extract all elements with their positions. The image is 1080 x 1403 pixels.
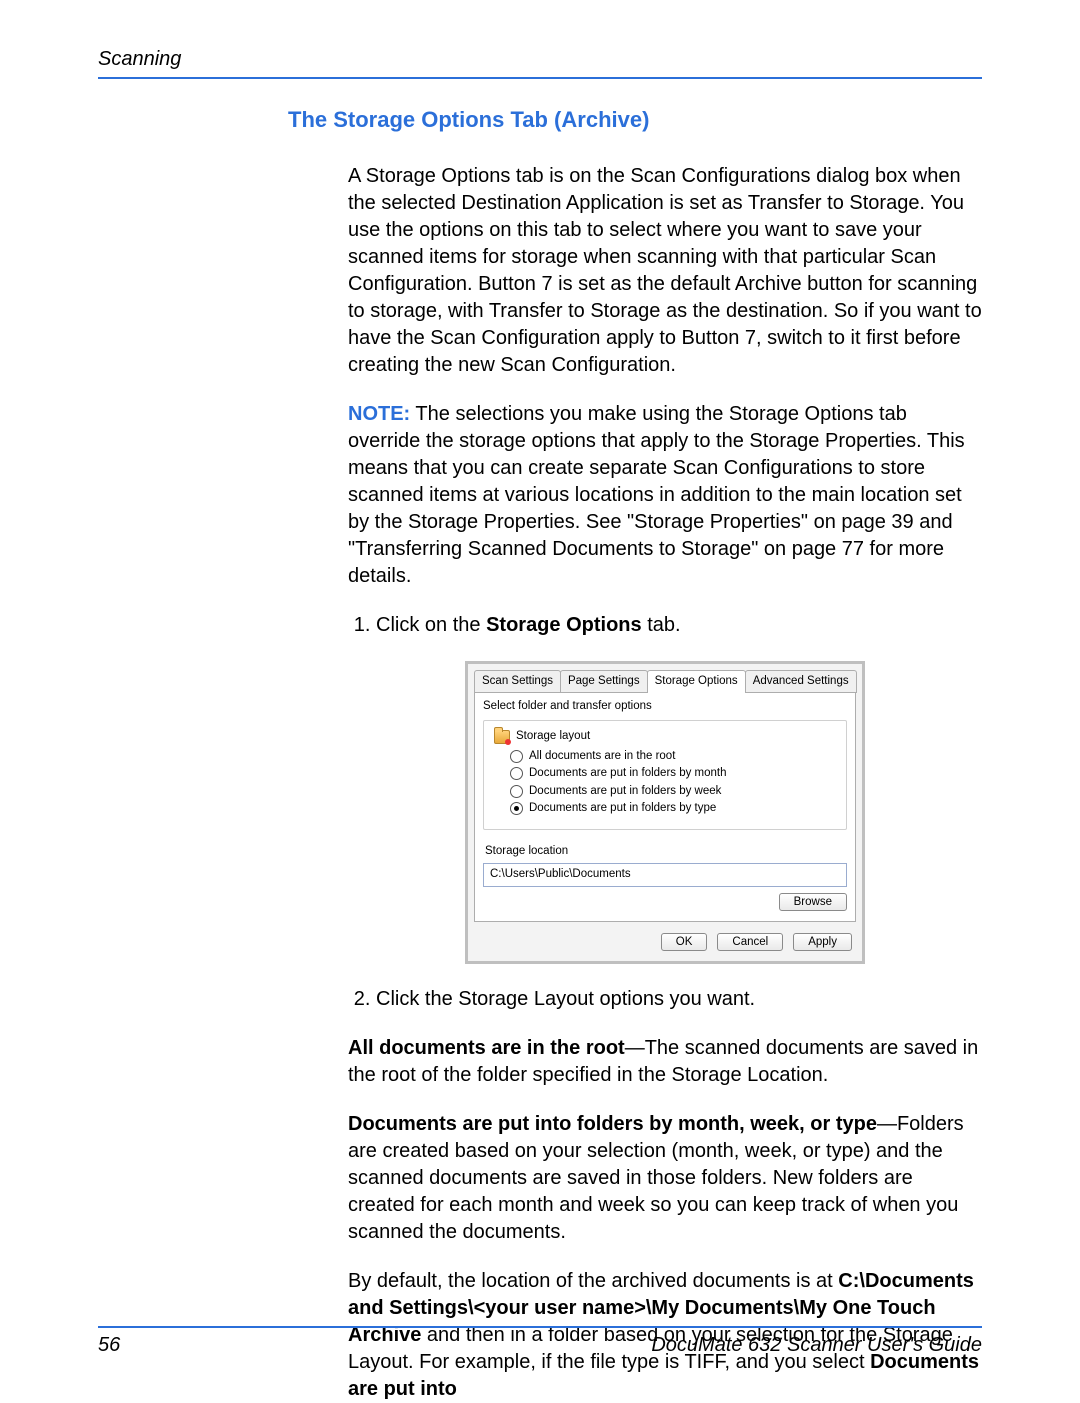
- body-column: A Storage Options tab is on the Scan Con…: [348, 163, 982, 1403]
- explain-default-pre: By default, the location of the archived…: [348, 1270, 838, 1292]
- step-1: Click on the Storage Options tab.: [376, 612, 982, 639]
- radio-option-week[interactable]: Documents are put in folders by week: [510, 784, 836, 800]
- browse-row: Browse: [483, 893, 847, 911]
- radio-option-type[interactable]: Documents are put in folders by type: [510, 801, 836, 817]
- storage-layout-title: Storage layout: [494, 729, 836, 745]
- note-paragraph: NOTE: The selections you make using the …: [348, 401, 982, 590]
- cancel-button[interactable]: Cancel: [717, 933, 783, 951]
- step-2: Click the Storage Layout options you wan…: [376, 986, 982, 1013]
- tab-advanced-settings[interactable]: Advanced Settings: [745, 670, 857, 693]
- dialog-tabs: Scan Settings Page Settings Storage Opti…: [468, 664, 862, 693]
- radio-label: All documents are in the root: [529, 749, 675, 765]
- storage-layout-group: Storage layout All documents are in the …: [483, 720, 847, 830]
- explain-folders-bold: Documents are put into folders by month,…: [348, 1113, 877, 1135]
- note-label: NOTE:: [348, 403, 410, 425]
- page-footer: 56 DocuMate 632 Scanner User's Guide: [98, 1326, 982, 1357]
- storage-location-path[interactable]: C:\Users\Public\Documents: [483, 863, 847, 887]
- storage-location-label: Storage location: [485, 844, 847, 860]
- running-head-left: Scanning: [98, 48, 181, 71]
- step-list-2: Click the Storage Layout options you wan…: [348, 986, 982, 1013]
- folder-icon: [494, 730, 510, 744]
- radio-option-root[interactable]: All documents are in the root: [510, 749, 836, 765]
- step-1-post: tab.: [642, 614, 681, 636]
- radio-icon: [510, 785, 523, 798]
- apply-button[interactable]: Apply: [793, 933, 852, 951]
- step-1-pre: Click on the: [376, 614, 486, 636]
- radio-icon: [510, 802, 523, 815]
- running-head: Scanning: [98, 48, 982, 79]
- radio-option-month[interactable]: Documents are put in folders by month: [510, 766, 836, 782]
- explain-root-bold: All documents are in the root: [348, 1037, 625, 1059]
- tab-storage-options[interactable]: Storage Options: [647, 670, 746, 693]
- dialog-figure: Scan Settings Page Settings Storage Opti…: [348, 661, 982, 964]
- ok-button[interactable]: OK: [661, 933, 708, 951]
- step-list: Click on the Storage Options tab.: [348, 612, 982, 639]
- page-number: 56: [98, 1334, 120, 1357]
- explain-root: All documents are in the root—The scanne…: [348, 1035, 982, 1089]
- radio-label: Documents are put in folders by type: [529, 801, 716, 817]
- radio-label: Documents are put in folders by week: [529, 784, 721, 800]
- radio-label: Documents are put in folders by month: [529, 766, 727, 782]
- storage-layout-title-text: Storage layout: [516, 729, 590, 745]
- tab-page-settings[interactable]: Page Settings: [560, 670, 648, 693]
- radio-icon: [510, 767, 523, 780]
- intro-paragraph: A Storage Options tab is on the Scan Con…: [348, 163, 982, 379]
- radio-icon: [510, 750, 523, 763]
- guide-title: DocuMate 632 Scanner User's Guide: [651, 1334, 982, 1357]
- tab-panel: Select folder and transfer options Stora…: [474, 692, 856, 922]
- step-1-bold: Storage Options: [486, 614, 642, 636]
- storage-options-dialog: Scan Settings Page Settings Storage Opti…: [465, 661, 865, 964]
- browse-button[interactable]: Browse: [779, 893, 847, 911]
- dialog-button-row: OK Cancel Apply: [468, 923, 862, 961]
- section-title: The Storage Options Tab (Archive): [288, 107, 982, 133]
- page: Scanning The Storage Options Tab (Archiv…: [0, 0, 1080, 1397]
- tab-scan-settings[interactable]: Scan Settings: [474, 670, 561, 693]
- panel-label: Select folder and transfer options: [483, 699, 847, 715]
- explain-folders: Documents are put into folders by month,…: [348, 1111, 982, 1246]
- note-body: The selections you make using the Storag…: [348, 403, 965, 587]
